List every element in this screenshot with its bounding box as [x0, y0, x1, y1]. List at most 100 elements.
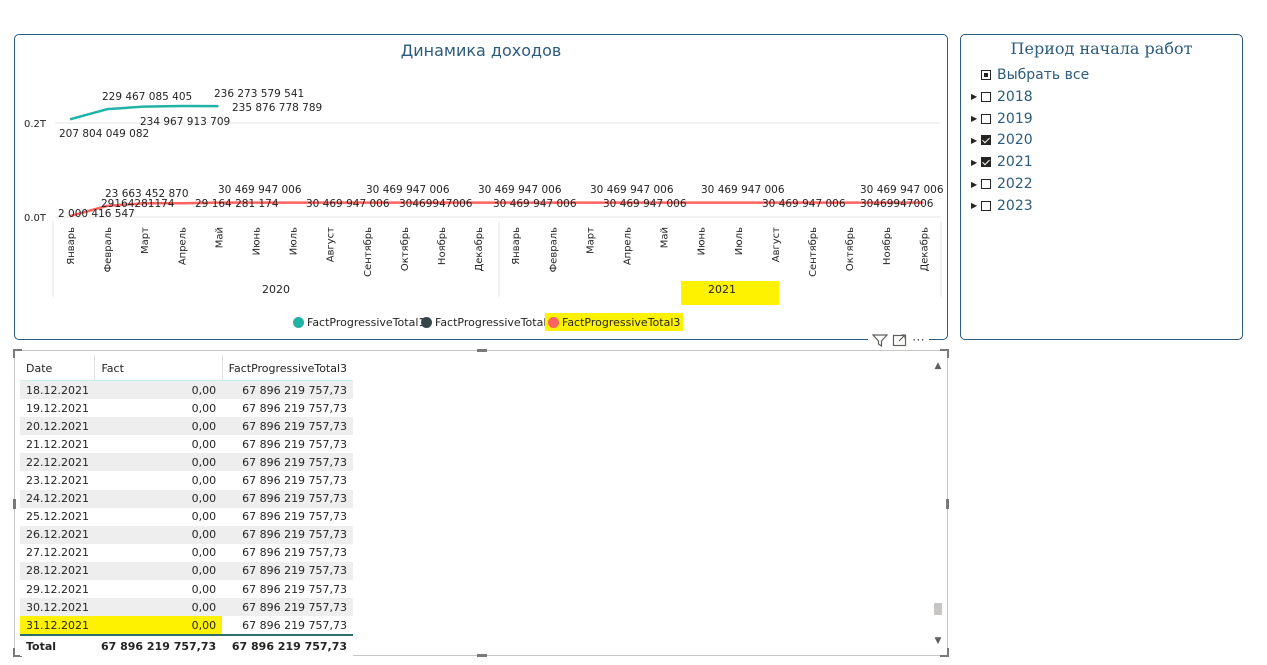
checkbox-icon[interactable]	[981, 113, 991, 124]
x-tick-label: Июнь	[697, 227, 708, 255]
checkbox-icon[interactable]	[981, 200, 991, 211]
resize-handle-left[interactable]	[13, 499, 16, 509]
slicer-item-2023[interactable]: ▶ 2023	[971, 196, 1033, 216]
table-row[interactable]: 29.12.2021 0,00 67 896 219 757,73	[20, 580, 353, 598]
column-header-date[interactable]: Date	[20, 356, 95, 381]
table-row[interactable]: 26.12.2021 0,00 67 896 219 757,73	[20, 525, 354, 544]
cell-date: 27.12.2021	[26, 546, 89, 560]
slicer-item-label: Выбрать все	[997, 67, 1090, 83]
table-row[interactable]: 27.12.2021 0,00 67 896 219 757,73	[20, 544, 353, 562]
year-slicer: Период начала работ Выбрать все ▶ 2018 ▶ 201…	[960, 34, 1243, 340]
table-visual[interactable]: Date Fact FactProgressiveTotal3 18.12.20…	[13, 349, 949, 657]
table-row[interactable]: 18.12.2021 0,00 67 896 219 757,73	[20, 380, 354, 400]
resize-handle-bottom[interactable]	[477, 654, 487, 657]
x-tick-label: Август	[326, 227, 337, 262]
expand-arrow-icon[interactable]: ▶	[971, 180, 981, 189]
table-row[interactable]: 24.12.2021 0,00 67 896 219 757,73	[20, 489, 354, 508]
x-tick-label: Февраль	[548, 227, 559, 273]
data-label: 229 467 085 405	[102, 91, 192, 103]
cell-progressive-total3: 67 896 219 757,73	[222, 489, 354, 508]
expand-arrow-icon[interactable]: ▶	[971, 92, 981, 101]
checkbox-icon[interactable]	[981, 179, 991, 189]
data-label: 236 273 579 541	[214, 88, 304, 100]
cell-progressive-total3: 67 896 219 757,73	[222, 561, 354, 581]
resize-handle-right[interactable]	[946, 499, 949, 509]
table-row[interactable]: 20.12.2021 0,00 67 896 219 757,73	[20, 417, 354, 436]
cell-date: 22.12.2021	[20, 453, 95, 472]
table-row[interactable]: 31.12.2021 0,00 67 896 219 757,73	[20, 616, 353, 636]
line-chart-visual[interactable]: Динамика доходов 0.2T 0.0T 207 804 049 082…	[14, 34, 948, 340]
expand-arrow-icon[interactable]: ▶	[971, 201, 981, 210]
cell-progressive-total3: 67 896 219 757,73	[242, 582, 348, 596]
x-tick-label: Март	[585, 227, 596, 254]
cell-progressive-total3: 67 896 219 757,73	[222, 598, 354, 617]
cell-date: 20.12.2021	[20, 417, 95, 436]
table-row[interactable]: 19.12.2021 0,00 67 896 219 757,73	[20, 399, 353, 417]
expand-arrow-icon[interactable]: ▶	[971, 114, 981, 123]
x-tick-label: Октябрь	[400, 227, 411, 271]
table-header-row: Date Fact FactProgressiveTotal3	[20, 356, 354, 381]
cell-fact: 0,00	[191, 510, 217, 524]
data-label: 234 967 913 709	[140, 116, 230, 128]
checkbox-icon[interactable]	[981, 91, 991, 102]
cell-fact: 0,00	[94, 525, 223, 544]
expand-arrow-icon[interactable]: ▶	[971, 158, 981, 167]
scroll-up-icon[interactable]: ▲	[933, 361, 943, 371]
x-tick-label: Август	[771, 227, 782, 262]
table-row[interactable]: 23.12.2021 0,00 67 896 219 757,73	[20, 471, 353, 489]
data-label: 30 469 947 006	[762, 198, 846, 210]
slicer-item-2020[interactable]: ▶ 2020	[971, 130, 1033, 150]
column-header-progressive-total3[interactable]: FactProgressiveTotal3	[221, 356, 354, 381]
cell-date: 21.12.2021	[26, 437, 89, 451]
slicer-item-2019[interactable]: ▶ 2019	[971, 109, 1033, 129]
legend-item-total3[interactable]: FactProgressiveTotal3	[545, 313, 684, 331]
total-fact: 67 896 219 757,73	[94, 634, 223, 657]
table-row[interactable]: 30.12.2021 0,00 67 896 219 757,73	[20, 598, 354, 617]
data-label: 207 804 049 082	[59, 128, 149, 140]
data-label: 30469947006	[399, 198, 473, 210]
x-tick-label: Июнь	[252, 227, 263, 255]
data-label: 29164281174	[101, 198, 175, 210]
legend-item-total1[interactable]: FactProgressiveTotal1	[293, 313, 425, 331]
year-group-label: 2020	[262, 283, 290, 296]
column-header-fact[interactable]: Fact	[94, 356, 223, 381]
resize-corner[interactable]	[940, 648, 949, 657]
x-tick-label: Апрель	[177, 227, 188, 265]
slicer-item-2022[interactable]: ▶ 2022	[971, 174, 1033, 194]
slicer-item-select-all[interactable]: Выбрать все	[971, 65, 1089, 85]
funnel-icon[interactable]	[872, 333, 888, 347]
cell-progressive-total3: 67 896 219 757,73	[242, 546, 348, 560]
visual-header-toolbar: ⋯	[868, 330, 929, 350]
checkbox-icon[interactable]	[981, 157, 991, 168]
slicer-item-2018[interactable]: ▶ 2018	[971, 87, 1033, 107]
legend-label: FactProgressiveTotal3	[562, 315, 681, 329]
focus-mode-icon[interactable]	[892, 333, 908, 347]
cell-date: 19.12.2021	[26, 401, 89, 415]
cell-fact: 0,00	[191, 437, 217, 451]
resize-corner[interactable]	[940, 349, 949, 358]
cell-fact: 0,00	[94, 417, 223, 436]
data-label: 235 876 778 789	[232, 102, 322, 114]
vertical-scrollbar[interactable]: ▲ ▼	[933, 361, 943, 646]
table-row[interactable]: 21.12.2021 0,00 67 896 219 757,73	[20, 435, 353, 453]
data-label: 30469947006	[860, 198, 934, 210]
scroll-thumb[interactable]	[934, 603, 942, 615]
table-row[interactable]: 25.12.2021 0,00 67 896 219 757,73	[20, 508, 353, 526]
slicer-item-2021[interactable]: ▶ 2021	[971, 152, 1033, 172]
table-row[interactable]: 28.12.2021 0,00 67 896 219 757,73	[20, 561, 354, 581]
data-label: 30 469 947 006	[478, 184, 562, 196]
table-row[interactable]: 22.12.2021 0,00 67 896 219 757,73	[20, 453, 354, 472]
scroll-down-icon[interactable]: ▼	[933, 636, 943, 646]
cell-date: 29.12.2021	[26, 582, 89, 596]
resize-handle-top[interactable]	[477, 349, 487, 352]
cell-progressive-total3: 67 896 219 757,73	[242, 474, 348, 488]
ellipsis-icon[interactable]: ⋯	[912, 333, 925, 348]
legend-item-total2[interactable]: FactProgressiveTotal2	[421, 313, 553, 331]
slicer-item-label: 2019	[997, 110, 1033, 127]
year-group-label: 2021	[708, 283, 736, 296]
cell-fact: 0,00	[94, 561, 223, 581]
checkbox-icon[interactable]	[981, 70, 991, 80]
checkbox-icon[interactable]	[981, 135, 991, 146]
data-label: 30 469 947 006	[603, 198, 687, 210]
expand-arrow-icon[interactable]: ▶	[971, 136, 981, 145]
